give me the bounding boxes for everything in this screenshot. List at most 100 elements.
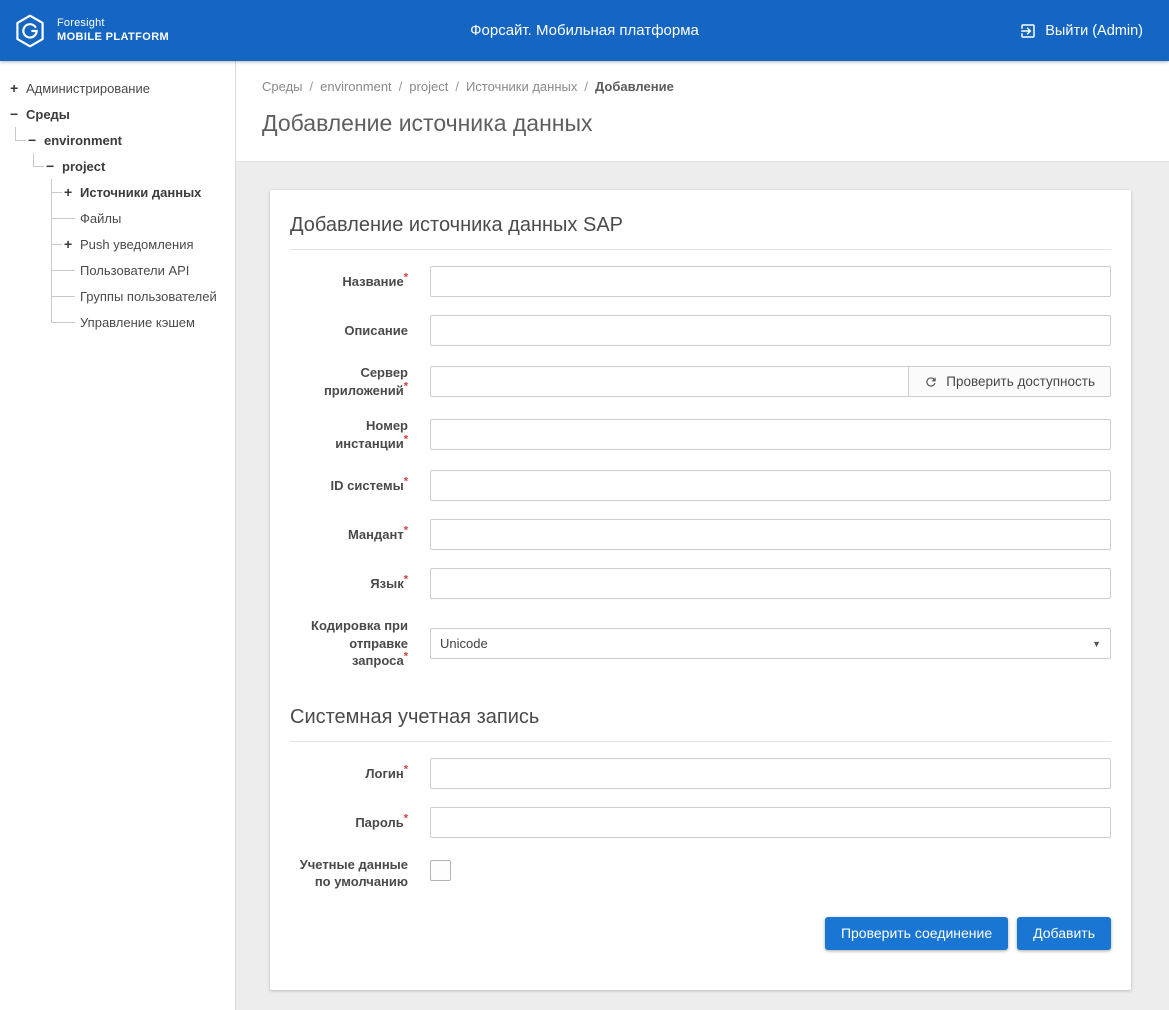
label-text: Мандант xyxy=(348,527,404,542)
foresight-logo-icon xyxy=(12,13,48,49)
sidebar-item-environment[interactable]: − environment xyxy=(28,127,229,153)
required-marker: * xyxy=(404,525,408,537)
sidebar-item-cache-management[interactable]: Управление кэшем xyxy=(64,309,229,335)
section-title-account: Системная учетная запись xyxy=(290,700,1111,742)
collapse-icon[interactable]: − xyxy=(28,133,40,147)
breadcrumb-item-add: Добавление xyxy=(595,79,674,94)
sidebar-item-label: Пользователи API xyxy=(76,263,189,278)
sidebar-item-user-groups[interactable]: Группы пользователей xyxy=(64,283,229,309)
app-title: Форсайт. Мобильная платформа xyxy=(0,22,1169,39)
required-marker: * xyxy=(404,812,408,824)
sidebar-item-label: Push уведомления xyxy=(76,237,194,252)
main-area: Среды / environment / project / Источник… xyxy=(236,61,1169,1010)
sidebar-item-label: project xyxy=(58,159,105,174)
app-header: Foresight MOBILE PLATFORM Форсайт. Мобил… xyxy=(0,0,1169,61)
password-input[interactable] xyxy=(430,807,1111,838)
encoding-select[interactable]: Unicode ▼ xyxy=(430,628,1111,659)
content-scroll-area[interactable]: Добавление источника данных SAP Название… xyxy=(236,162,1169,1010)
collapse-icon[interactable]: − xyxy=(46,159,58,173)
server-input[interactable] xyxy=(430,366,909,397)
collapse-icon[interactable]: − xyxy=(10,107,22,121)
check-availability-button[interactable]: Проверить доступность xyxy=(908,366,1111,397)
field-label-description: Описание xyxy=(290,322,408,340)
field-label-server: Сервер приложений* xyxy=(290,364,408,399)
sidebar-item-api-users[interactable]: Пользователи API xyxy=(64,257,229,283)
label-text: Кодировка при отправке запроса xyxy=(311,618,408,668)
logout-label: Выйти (Admin) xyxy=(1045,23,1143,39)
label-text: Язык xyxy=(370,576,403,591)
refresh-icon xyxy=(924,375,938,389)
system-id-input[interactable] xyxy=(430,470,1111,501)
required-marker: * xyxy=(404,271,408,283)
sidebar-item-label: Группы пользователей xyxy=(76,289,217,304)
expand-icon[interactable]: + xyxy=(64,237,76,251)
field-label-system-id: ID системы* xyxy=(290,477,408,495)
sidebar-item-label: Файлы xyxy=(76,211,121,226)
instance-number-input[interactable] xyxy=(430,419,1111,450)
form-row-language: Язык* xyxy=(290,568,1111,599)
field-label-name: Название* xyxy=(290,273,408,291)
default-credentials-checkbox[interactable] xyxy=(430,860,451,881)
sidebar-item-environments[interactable]: − Среды xyxy=(10,101,229,127)
page-title: Добавление источника данных xyxy=(262,110,1143,137)
form-actions: Проверить соединение Добавить xyxy=(290,917,1111,950)
breadcrumb-separator: / xyxy=(310,79,314,94)
field-label-encoding: Кодировка при отправке запроса* xyxy=(290,617,408,670)
field-label-instance: Номер инстанции* xyxy=(290,417,408,452)
field-label-default-credentials: Учетные данные по умолчанию xyxy=(290,856,408,891)
sidebar-item-administration[interactable]: + Администрирование xyxy=(10,75,229,101)
form-row-instance: Номер инстанции* xyxy=(290,417,1111,452)
add-button[interactable]: Добавить xyxy=(1017,917,1111,950)
label-text: Номер инстанции xyxy=(335,418,408,451)
label-text: Название xyxy=(342,274,403,289)
form-row-password: Пароль* xyxy=(290,807,1111,838)
breadcrumb-item-data-sources[interactable]: Источники данных xyxy=(466,79,577,94)
section-title-sap: Добавление источника данных SAP xyxy=(290,208,1111,250)
sidebar-item-label: Администрирование xyxy=(22,81,150,96)
sidebar-item-files[interactable]: Файлы xyxy=(64,205,229,231)
breadcrumb: Среды / environment / project / Источник… xyxy=(262,79,1143,94)
required-marker: * xyxy=(404,574,408,586)
datasource-form-card: Добавление источника данных SAP Название… xyxy=(270,190,1131,990)
form-row-mandant: Мандант* xyxy=(290,519,1111,550)
sidebar-item-project[interactable]: − project xyxy=(46,153,229,179)
required-marker: * xyxy=(404,380,408,392)
language-input[interactable] xyxy=(430,568,1111,599)
label-text: Логин xyxy=(365,766,403,781)
breadcrumb-separator: / xyxy=(455,79,459,94)
chevron-down-icon: ▼ xyxy=(1092,639,1101,649)
mandant-input[interactable] xyxy=(430,519,1111,550)
brand-logo[interactable]: Foresight MOBILE PLATFORM xyxy=(0,13,169,49)
form-row-login: Логин* xyxy=(290,758,1111,789)
brand-line2: MOBILE PLATFORM xyxy=(57,31,169,45)
field-label-login: Логин* xyxy=(290,765,408,783)
expand-icon[interactable]: + xyxy=(10,81,22,95)
description-input[interactable] xyxy=(430,315,1111,346)
required-marker: * xyxy=(404,476,408,488)
field-label-mandant: Мандант* xyxy=(290,526,408,544)
form-row-default-credentials: Учетные данные по умолчанию xyxy=(290,856,1111,891)
required-marker: * xyxy=(404,433,408,445)
breadcrumb-separator: / xyxy=(399,79,403,94)
label-text: Описание xyxy=(344,323,408,338)
label-text: Сервер приложений xyxy=(324,365,408,398)
name-input[interactable] xyxy=(430,266,1111,297)
logout-button[interactable]: Выйти (Admin) xyxy=(1019,22,1169,40)
breadcrumb-separator: / xyxy=(584,79,588,94)
login-input[interactable] xyxy=(430,758,1111,789)
sidebar-item-push-notifications[interactable]: + Push уведомления xyxy=(64,231,229,257)
expand-icon[interactable]: + xyxy=(64,185,76,199)
sidebar-item-label: Управление кэшем xyxy=(76,315,195,330)
sidebar-item-data-sources[interactable]: + Источники данных xyxy=(64,179,229,205)
form-row-description: Описание xyxy=(290,315,1111,346)
breadcrumb-item-environment[interactable]: environment xyxy=(320,79,392,94)
encoding-selected-value: Unicode xyxy=(440,636,488,651)
check-connection-button[interactable]: Проверить соединение xyxy=(825,917,1008,950)
label-text: ID системы xyxy=(331,478,404,493)
form-row-name: Название* xyxy=(290,266,1111,297)
required-marker: * xyxy=(404,651,408,663)
breadcrumb-item-environments[interactable]: Среды xyxy=(262,79,303,94)
breadcrumb-item-project[interactable]: project xyxy=(409,79,448,94)
required-marker: * xyxy=(404,763,408,775)
sidebar-item-label: Среды xyxy=(22,107,70,122)
